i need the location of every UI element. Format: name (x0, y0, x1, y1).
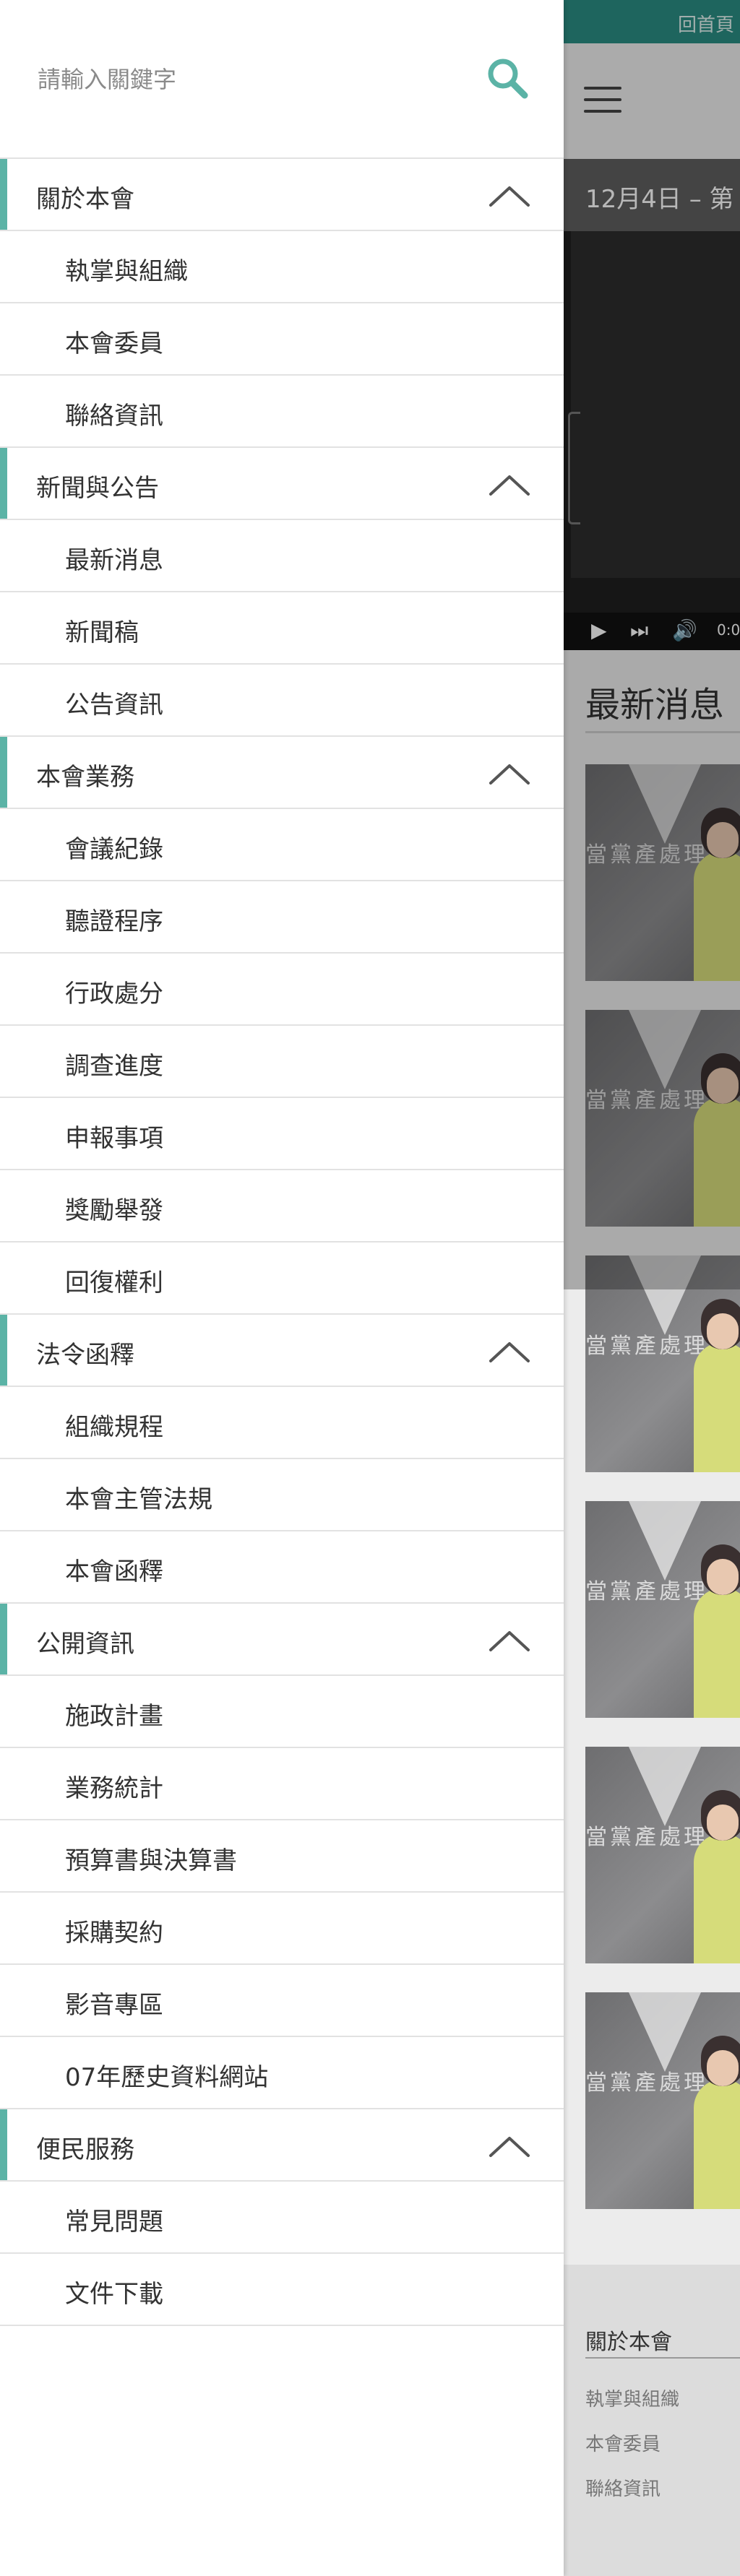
menu-item[interactable]: 組織規程 (0, 1387, 564, 1459)
menu-item-label: 公告資訊 (65, 691, 163, 719)
news-thumbnail[interactable]: 當黨產處理委 (585, 1501, 740, 1718)
menu-item[interactable]: 本會委員 (0, 303, 564, 376)
news-thumbnail[interactable]: 當黨產處理委 (585, 1992, 740, 2209)
menu-item[interactable]: 業務統計 (0, 1748, 564, 1820)
menu-item-label: 最新消息 (65, 546, 163, 575)
menu-item-label: 本會主管法規 (65, 1485, 212, 1514)
menu-section-label: 公開資訊 (36, 1630, 134, 1659)
drawer-backdrop[interactable] (564, 0, 740, 1289)
menu-section-label: 新聞與公告 (36, 474, 159, 503)
menu-item-label: 申報事項 (65, 1124, 163, 1153)
chevron-up-icon[interactable] (488, 472, 531, 497)
menu-item-label: 本會委員 (65, 329, 163, 358)
menu-item[interactable]: 07年歷史資料網站 (0, 2037, 564, 2109)
drawer-menu: 關於本會執掌與組織本會委員聯絡資訊新聞與公告最新消息新聞稿公告資訊本會業務會議紀… (0, 159, 564, 2326)
chevron-up-icon[interactable] (488, 761, 531, 786)
menu-item[interactable]: 行政處分 (0, 954, 564, 1026)
menu-item-label: 施政計畫 (65, 1702, 163, 1731)
menu-section[interactable]: 公開資訊 (0, 1604, 564, 1676)
menu-section-label: 關於本會 (36, 185, 134, 214)
menu-item-label: 調查進度 (65, 1052, 163, 1081)
menu-item-label: 常見問題 (65, 2208, 163, 2236)
divider (585, 2357, 740, 2359)
menu-section[interactable]: 關於本會 (0, 159, 564, 231)
chevron-up-icon[interactable] (488, 1339, 531, 1364)
menu-item-label: 組織規程 (65, 1413, 163, 1442)
footer-link[interactable]: 聯絡資訊 (585, 2474, 661, 2501)
menu-section[interactable]: 便民服務 (0, 2109, 564, 2182)
navigation-drawer: 關於本會執掌與組織本會委員聯絡資訊新聞與公告最新消息新聞稿公告資訊本會業務會議紀… (0, 0, 564, 2576)
menu-section-label: 本會業務 (36, 763, 134, 792)
search-bar (0, 0, 564, 159)
menu-item-label: 07年歷史資料網站 (65, 2063, 269, 2092)
search-icon[interactable] (486, 56, 529, 100)
chevron-up-icon[interactable] (488, 2134, 531, 2158)
menu-item[interactable]: 獎勵舉發 (0, 1170, 564, 1242)
menu-item-label: 會議紀錄 (65, 835, 163, 864)
menu-item[interactable]: 新聞稿 (0, 592, 564, 665)
menu-item-label: 影音專區 (65, 1991, 163, 2020)
search-input[interactable] (36, 53, 444, 105)
chevron-up-icon[interactable] (488, 1628, 531, 1653)
menu-item[interactable]: 施政計畫 (0, 1676, 564, 1748)
menu-item-label: 採購契約 (65, 1919, 163, 1948)
menu-item-label: 聽證程序 (65, 907, 163, 936)
menu-section[interactable]: 法令函釋 (0, 1315, 564, 1387)
menu-item[interactable]: 申報事項 (0, 1098, 564, 1170)
menu-item[interactable]: 聽證程序 (0, 881, 564, 954)
footer-link[interactable]: 執掌與組織 (585, 2385, 679, 2411)
menu-item[interactable]: 回復權利 (0, 1242, 564, 1315)
menu-item-label: 獎勵舉發 (65, 1196, 163, 1225)
menu-section[interactable]: 新聞與公告 (0, 448, 564, 520)
menu-item[interactable]: 執掌與組織 (0, 231, 564, 303)
footer-link[interactable]: 本會委員 (585, 2429, 661, 2456)
menu-section[interactable]: 本會業務 (0, 737, 564, 809)
menu-item-label: 行政處分 (65, 980, 163, 1008)
news-thumbnail[interactable]: 當黨產處理委 (585, 1747, 740, 1963)
footer-title: 關於本會 (585, 2330, 672, 2355)
menu-item[interactable]: 調查進度 (0, 1026, 564, 1098)
menu-item-label: 本會函釋 (65, 1557, 163, 1586)
menu-item-label: 業務統計 (65, 1774, 163, 1803)
menu-section-label: 法令函釋 (36, 1341, 134, 1370)
menu-item-label: 文件下載 (65, 2280, 163, 2309)
menu-item[interactable]: 最新消息 (0, 520, 564, 592)
menu-item[interactable]: 聯絡資訊 (0, 376, 564, 448)
site-footer: 關於本會 執掌與組織 本會委員 聯絡資訊 (564, 2265, 740, 2576)
menu-item-label: 新聞稿 (65, 618, 139, 647)
menu-item[interactable]: 預算書與決算書 (0, 1820, 564, 1893)
menu-item-label: 聯絡資訊 (65, 402, 163, 431)
menu-item[interactable]: 影音專區 (0, 1965, 564, 2037)
menu-item[interactable]: 採購契約 (0, 1893, 564, 1965)
menu-item[interactable]: 公告資訊 (0, 665, 564, 737)
menu-item[interactable]: 本會函釋 (0, 1531, 564, 1604)
menu-section-label: 便民服務 (36, 2135, 134, 2164)
menu-item[interactable]: 本會主管法規 (0, 1459, 564, 1531)
menu-item[interactable]: 會議紀錄 (0, 809, 564, 881)
menu-item-label: 預算書與決算書 (65, 1846, 237, 1875)
menu-item-label: 執掌與組織 (65, 257, 188, 286)
menu-item[interactable]: 常見問題 (0, 2182, 564, 2254)
menu-item[interactable]: 文件下載 (0, 2254, 564, 2326)
chevron-up-icon[interactable] (488, 183, 531, 208)
menu-item-label: 回復權利 (65, 1268, 163, 1297)
